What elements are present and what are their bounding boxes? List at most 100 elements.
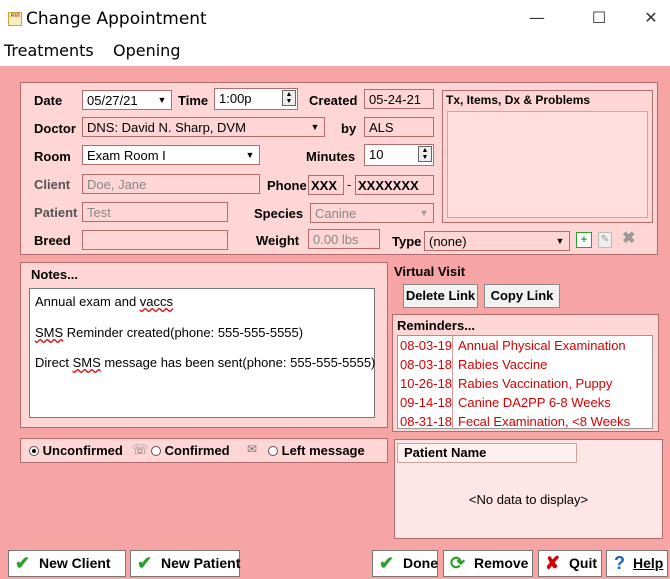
client-field[interactable]: Doe, Jane [82,174,260,194]
doctor-dropdown[interactable]: DNS: David N. Sharp, DVM ▼ [82,117,325,137]
delete-type-icon[interactable]: ✖ [622,230,635,248]
tx-list[interactable] [447,111,648,218]
notes-panel: Notes... Annual exam and vaccs SMS Remin… [20,262,388,428]
radio-label: Unconfirmed [42,443,123,458]
date-dropdown[interactable]: 05/27/21 ▼ [82,90,172,110]
question-mark-icon: ? [614,553,625,573]
notes-text: Direct [35,355,73,370]
copy-link-button[interactable]: Copy Link [484,284,560,308]
breed-label: Breed [34,233,71,248]
date-value: 05/27/21 [87,93,138,108]
done-button[interactable]: ✔ Done [372,550,438,577]
menu-opening[interactable]: Opening [113,41,180,60]
list-item[interactable]: 08-03-18 Rabies Vaccine [398,355,652,374]
spinner-arrows-icon[interactable]: ▲ ▼ [418,146,432,162]
add-type-icon[interactable]: + [576,232,592,248]
patient-name-grid[interactable]: Patient Name <No data to display> [394,439,663,539]
notes-text-misspelled: SMS [35,325,64,340]
maximize-button[interactable]: ☐ [584,8,614,30]
phone-number-field[interactable]: XXXXXXX [355,175,434,195]
reminder-date: 08-03-18 [400,357,453,372]
reminder-date: 09-14-18 [400,395,453,410]
radio-label: Confirmed [164,443,230,458]
list-item[interactable]: 10-26-18 Rabies Vaccination, Puppy [398,374,652,393]
doctor-label: Doctor [34,121,76,136]
menu-treatments[interactable]: Treatments [4,41,94,60]
doctor-value: DNS: David N. Sharp, DVM [87,120,246,135]
radio-unchecked-icon [268,446,278,456]
chevron-down-icon: ▼ [419,208,429,218]
type-dropdown[interactable]: (none) ▼ [424,231,570,251]
reminder-text: Canine DA2PP 6-8 Weeks [458,395,611,410]
button-label: Quit [569,555,597,571]
list-item[interactable]: 09-14-18 Canine DA2PP 6-8 Weeks [398,393,652,412]
minimize-button[interactable]: — [522,8,552,30]
button-label: Done [403,555,438,571]
radio-checked-icon [29,446,39,456]
reminder-date: 08-03-19 [400,338,453,353]
x-icon: ✘ [545,553,561,573]
room-dropdown[interactable]: Exam Room I ▼ [82,145,260,165]
breed-field[interactable] [82,230,228,250]
title-bar: AVI Change Appointment — ☐ ✕ [0,0,670,38]
time-value: 1:00p [219,91,252,106]
radio-label: Left message [281,443,365,458]
time-spinner[interactable]: 1:00p ▲ ▼ [214,88,298,110]
new-client-button[interactable]: ✔ New Client [8,550,126,577]
notes-text: Annual exam and [35,294,140,309]
by-label: by [341,121,357,136]
weight-label: Weight [256,233,300,248]
minutes-value: 10 [369,147,384,162]
window-title: Change Appointment [26,9,207,29]
type-value: (none) [429,234,467,249]
notes-textarea[interactable]: Annual exam and vaccs SMS Reminder creat… [29,288,375,418]
reminder-text: Fecal Examination, <8 Weeks [458,414,631,429]
phone-icon: ☏ [132,442,149,457]
type-label: Type [392,234,422,249]
notes-text: message has been sent(phone: 555-555-555… [100,355,376,370]
minutes-spinner[interactable]: 10 ▲ ▼ [364,144,434,166]
room-label: Room [34,149,71,164]
weight-field[interactable]: 0.00 lbs [308,229,380,249]
time-label: Time [178,93,209,108]
check-icon: ✔ [15,553,31,573]
radio-left-message[interactable]: Left message [268,443,365,458]
client-label: Client [34,177,71,192]
reminder-text: Annual Physical Examination [458,338,626,353]
list-item[interactable]: 08-31-18 Fecal Examination, <8 Weeks [398,412,652,429]
edit-type-icon[interactable]: ✎ [598,232,612,248]
phone-label: Phone [267,178,307,193]
reminders-list[interactable]: 08-03-19 Annual Physical Examination 08-0… [397,335,653,429]
phone-area-field[interactable]: XXX [308,175,344,195]
notes-text-misspelled: vaccs [139,294,174,309]
delete-link-button[interactable]: Delete Link [403,284,478,308]
reminder-date: 10-26-18 [400,376,453,391]
tx-panel-title: Tx, Items, Dx & Problems [446,93,591,107]
radio-unconfirmed[interactable]: Unconfirmed [29,443,123,458]
chevron-down-icon: ▼ [157,95,167,105]
patient-field[interactable]: Test [82,202,228,222]
species-value: Canine [315,206,357,221]
radio-confirmed[interactable]: Confirmed [151,443,230,458]
close-button[interactable]: ✕ [636,8,666,30]
empty-grid-text: <No data to display> [468,492,589,507]
patient-name-header[interactable]: Patient Name [397,443,577,463]
app-logo-icon: AVI [8,12,22,26]
created-field: 05-24-21 [364,89,434,109]
button-label: New Client [39,555,111,571]
new-patient-button[interactable]: ✔ New Patient [130,550,240,577]
envelope-icon: ✉ [247,442,258,456]
spinner-arrows-icon[interactable]: ▲ ▼ [282,90,296,106]
remove-button[interactable]: ⟳ Remove [443,550,533,577]
notes-line-3: Direct SMS message has been sent(phone: … [35,355,375,370]
reminders-panel: Reminders... 08-03-19 Annual Physical Exa… [392,314,659,432]
reminder-date: 08-31-18 [400,414,453,429]
help-button[interactable]: ? Help [606,550,668,577]
room-value: Exam Room I [87,148,166,163]
species-dropdown[interactable]: Canine ▼ [310,203,434,223]
check-icon: ✔ [379,553,395,573]
refresh-icon: ⟳ [450,553,466,573]
minutes-label: Minutes [306,149,356,164]
quit-button[interactable]: ✘ Quit [538,550,602,577]
list-item[interactable]: 08-03-19 Annual Physical Examination [398,336,652,355]
